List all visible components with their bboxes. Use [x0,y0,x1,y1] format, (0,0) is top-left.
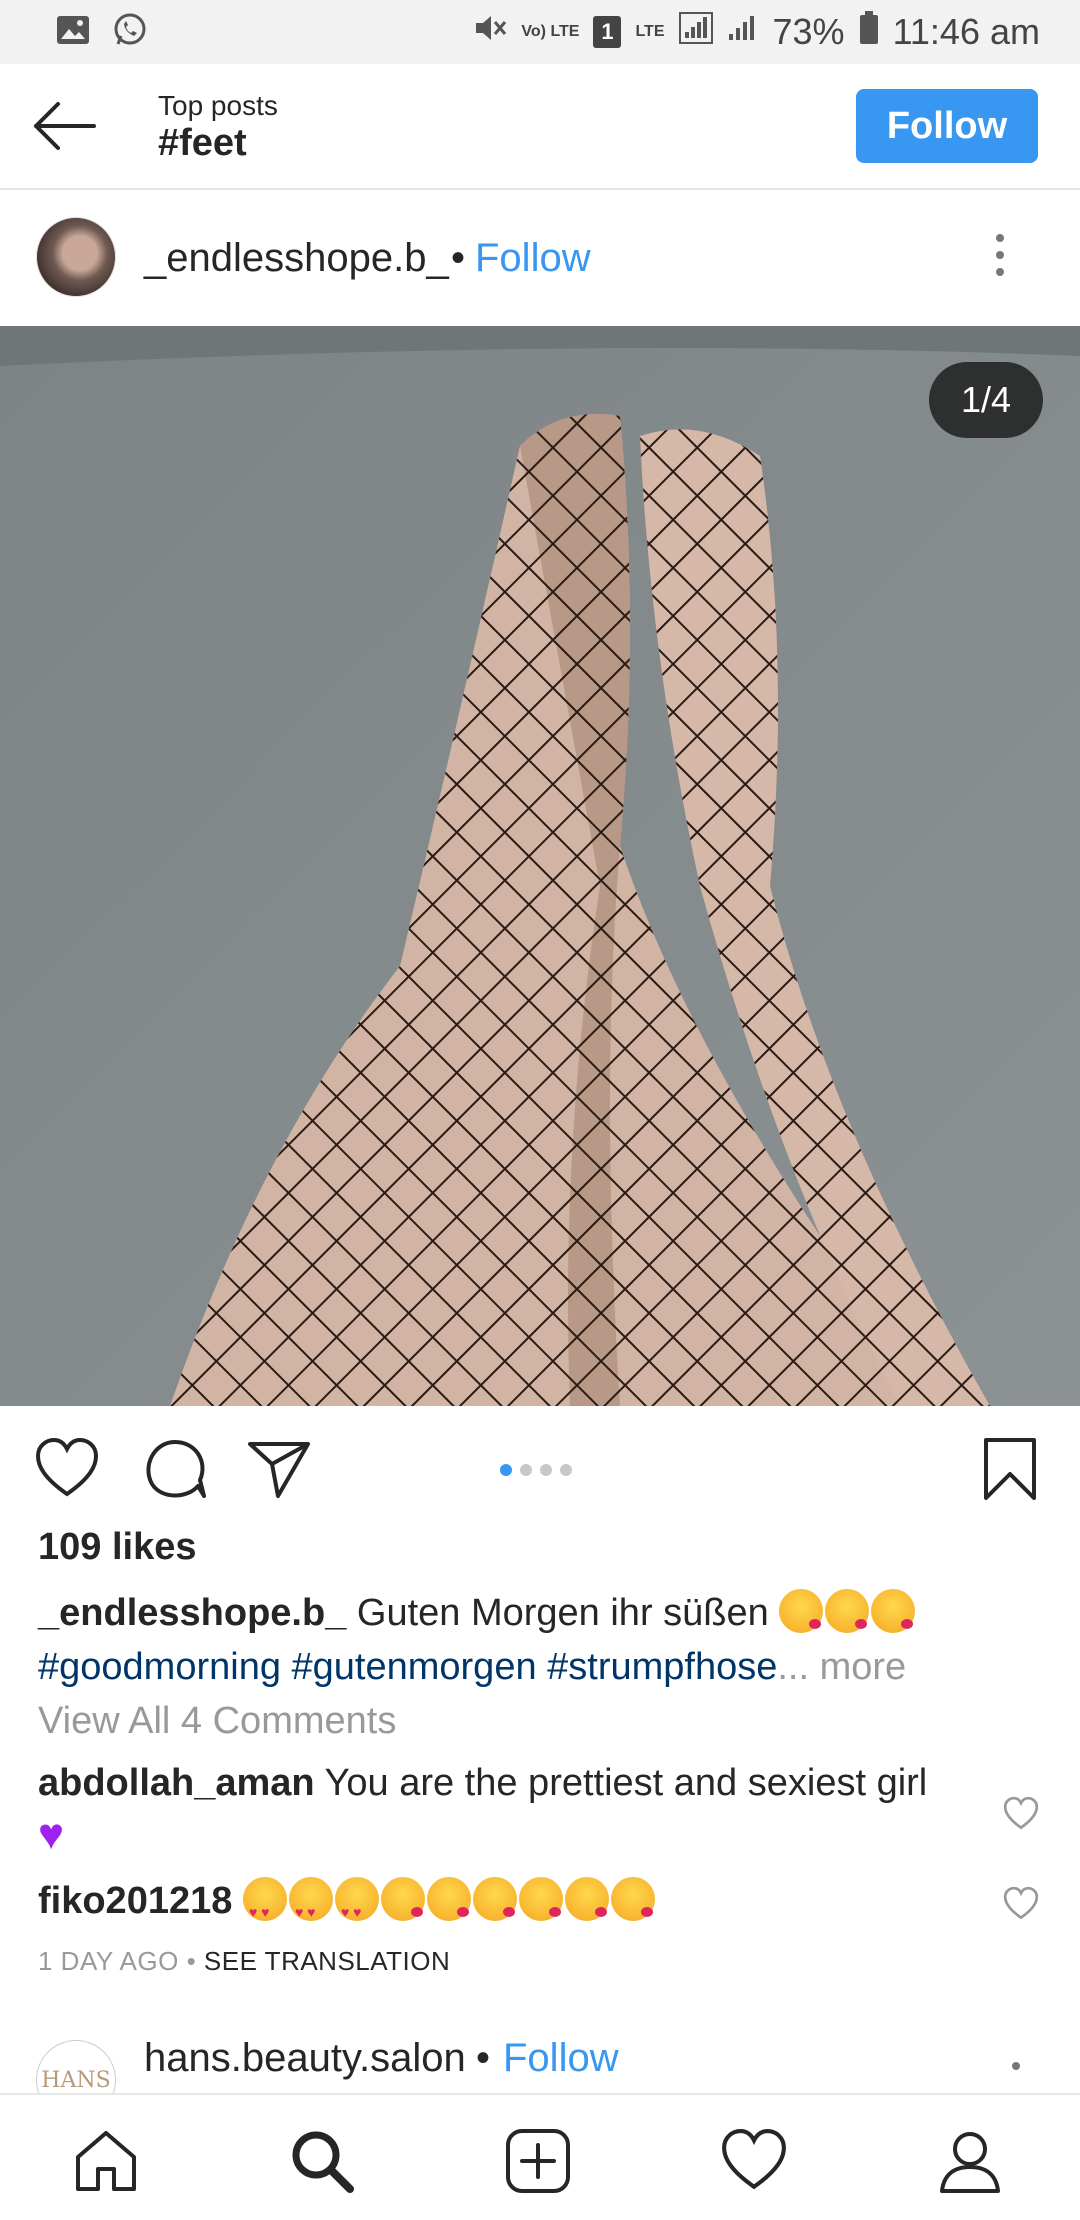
caption: _endlesshope.b_ Guten Morgen ihr süßen #… [38,1586,1038,1694]
next-post-more-icon[interactable] [1012,2062,1020,2070]
gallery-icon [56,15,90,50]
comment-like-icon[interactable] [1003,1796,1039,1832]
kiss-emoji-icon [610,1877,655,1921]
profile-icon[interactable] [936,2127,1004,2195]
carousel-dot [500,1464,512,1476]
comment-row: abdollah_aman You are the prettiest and … [38,1756,978,1864]
search-icon[interactable] [288,2127,356,2195]
kiss-emoji-icon [564,1877,609,1921]
next-post-follow-link[interactable]: Follow [503,2036,619,2081]
heart-eyes-emoji-icon [242,1877,287,1939]
carousel-dot [540,1464,552,1476]
separator-dot: • [476,2036,491,2080]
header-subtitle: Top posts [158,90,278,121]
like-icon[interactable] [34,1436,100,1502]
kiss-emoji-icon [779,1589,824,1633]
post-header: _endlesshope.b_ • Follow [0,190,1080,326]
more-link[interactable]: ... more [777,1646,906,1688]
status-bar: Vo) LTE 1 LTE 73% 11:46 am [0,0,1080,64]
lte-signal-icon [678,11,713,53]
lte-label: LTE [635,23,665,40]
follow-user-link[interactable]: Follow [475,236,591,281]
heart-eyes-emoji-icon [288,1877,333,1939]
comment-row: fiko201218 [38,1874,978,1939]
battery-text: 73% [772,11,845,52]
battery-icon [859,10,879,54]
see-translation-link[interactable]: SEE TRANSLATION [204,1946,450,1976]
comment-username[interactable]: abdollah_aman [38,1762,315,1804]
page-title: #feet [158,122,247,164]
heart-eyes-emoji-icon [334,1877,379,1939]
kiss-emoji-icon [825,1589,870,1633]
more-options-icon[interactable] [996,234,1004,276]
comment-text: You are the prettiest and sexiest girl [324,1762,928,1804]
share-icon[interactable] [246,1436,312,1502]
kiss-emoji-icon [380,1877,425,1921]
kiss-emoji-icon [518,1877,563,1921]
top-bar: Top posts #feet Follow [0,64,1080,190]
next-post-username[interactable]: hans.beauty.salon [144,2036,466,2081]
carousel-dot [520,1464,532,1476]
post-actions [0,1406,1080,1526]
heart-icon[interactable] [720,2127,788,2195]
clock: 11:46 am [892,11,1040,52]
image-counter: 1/4 [929,362,1043,438]
separator-dot: • [451,236,466,280]
back-button[interactable] [28,94,100,158]
avatar[interactable] [36,217,116,297]
comment-like-icon[interactable] [1003,1886,1039,1922]
time-ago: 1 DAY AGO [38,1946,179,1976]
post-image[interactable] [0,326,1080,1406]
comment-username[interactable]: fiko201218 [38,1880,232,1922]
home-icon[interactable] [72,2127,140,2195]
purple-heart-emoji-icon: ♥ [38,1810,65,1859]
sim-icon: 1 [593,16,622,48]
post-username[interactable]: _endlesshope.b_ [144,236,449,281]
caption-username[interactable]: _endlesshope.b_ [38,1592,346,1634]
caption-hashtags[interactable]: #goodmorning #gutenmorgen #strumpfhose [38,1646,777,1688]
comment-icon[interactable] [142,1436,208,1502]
caption-text: Guten Morgen ihr süßen [356,1592,769,1634]
volte-icon: Vo) LTE [521,23,580,40]
carousel-indicator [500,1464,572,1476]
signal-icon [727,11,759,53]
post-meta: 1 DAY AGO • SEE TRANSLATION [38,1946,450,1977]
bottom-nav [0,2093,1080,2220]
whatsapp-icon [112,12,148,53]
mute-icon [473,11,507,53]
bookmark-icon[interactable] [982,1436,1048,1502]
kiss-emoji-icon [426,1877,471,1921]
add-icon[interactable] [504,2127,572,2195]
view-all-comments-link[interactable]: View All 4 Comments [38,1700,396,1743]
kiss-emoji-icon [472,1877,517,1921]
kiss-emoji-icon [871,1589,916,1633]
follow-hashtag-button[interactable]: Follow [856,89,1038,163]
likes-count[interactable]: 109 likes [38,1526,196,1569]
carousel-dot [560,1464,572,1476]
meta-separator: • [186,1946,197,1976]
